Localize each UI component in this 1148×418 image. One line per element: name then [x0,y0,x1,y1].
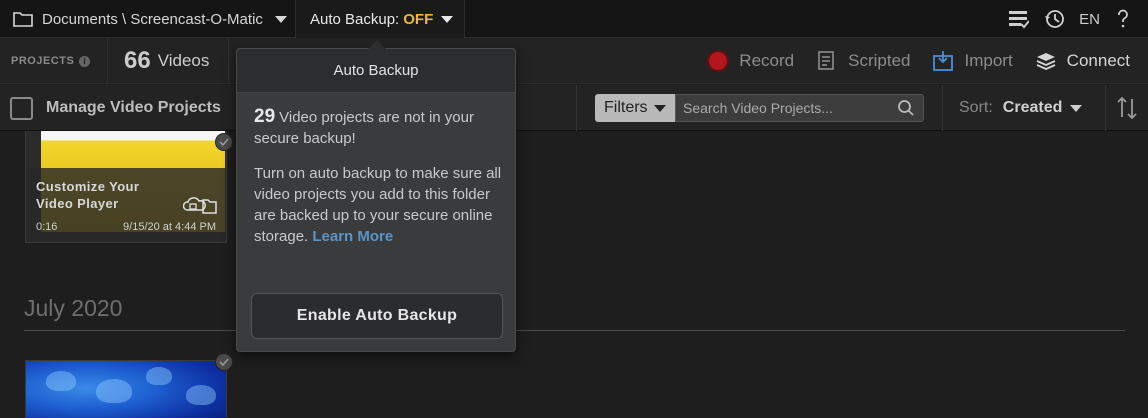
cloud-folder-icon [183,197,217,214]
unbacked-count: 29 [254,106,276,127]
backup-description: Turn on auto backup to make sure all vid… [254,163,504,247]
popup-arrow [368,40,386,49]
popup-title: Auto Backup [237,49,515,93]
import-label: Import [964,51,1013,70]
jellyfish-image [46,371,76,391]
auto-backup-popup: Auto Backup 29 Video projects are not in … [236,40,516,352]
import-icon [933,51,954,71]
video-duration: 0:16 [36,221,58,233]
script-icon [818,51,834,70]
chevron-down-icon [274,15,287,23]
manage-label: Manage Video Projects [46,99,221,116]
jellyfish-image [186,385,216,405]
video-title: Customize Your Video Player [36,179,140,211]
manage-checkbox[interactable] [10,96,33,120]
sort-label: Sort: [959,99,993,116]
auto-backup-toggle[interactable]: Auto Backup: OFF [296,0,465,38]
scripted-label: Scripted [848,51,911,70]
chevron-down-icon [653,104,666,112]
connect-button[interactable]: Connect [1035,50,1130,72]
top-right-icons: EN [1007,0,1148,38]
folder-path-text: Documents \ Screencast-O-Matic [42,10,263,28]
record-button[interactable]: Record [707,50,794,72]
manage-projects-toggle[interactable]: Manage Video Projects [10,85,221,131]
history-icon[interactable] [1043,8,1065,30]
video-card[interactable] [25,360,227,418]
scripted-button[interactable]: Scripted [816,50,910,72]
backup-status-message: 29 Video projects are not in your secure … [254,106,504,149]
select-check-icon[interactable] [215,133,233,151]
projects-label: PROJECTS [11,55,75,67]
info-icon[interactable]: i [79,55,91,67]
record-label: Record [739,51,795,70]
jellyfish-image [146,367,172,385]
video-card[interactable]: Customize Your Video Player 0:16 9/15/20… [25,131,227,243]
video-count-label: Videos [157,51,210,70]
sort-dropdown[interactable]: Sort: Created [959,85,1083,131]
divider [942,85,943,131]
folder-path-selector[interactable]: Documents \ Screencast-O-Matic [0,0,296,38]
chevron-down-icon [441,15,454,23]
filters-dropdown[interactable]: Filters [595,94,675,122]
learn-more-link[interactable]: Learn More [312,228,393,245]
auto-backup-label: Auto Backup: [310,10,400,28]
filters-label: Filters [604,99,648,116]
layers-icon [1036,53,1056,70]
video-grid: Customize Your Video Player 0:16 9/15/20… [0,131,1148,418]
projects-toolbar: PROJECTS i 66 Videos Record Scripted Imp… [0,38,1148,84]
folder-icon [13,12,33,27]
divider [576,85,577,131]
auto-backup-state: OFF [403,10,434,28]
sort-direction-icon[interactable] [1115,95,1139,121]
divider [1105,85,1106,131]
jellyfish-image [96,379,132,403]
help-icon[interactable] [1112,8,1134,30]
divider [24,330,1125,331]
filter-bar: Manage Video Projects Filters Sort: Crea… [0,85,1148,131]
sort-value: Created [1002,99,1063,116]
tasks-icon[interactable] [1007,8,1030,30]
chevron-down-icon [1070,104,1083,112]
video-count: 66 Videos [109,38,229,84]
action-buttons: Record Scripted Import Connect [707,38,1148,84]
video-date: 9/15/20 at 4:44 PM [123,221,216,233]
app-window: Documents \ Screencast-O-Matic Auto Back… [0,0,1148,418]
search-icon[interactable] [897,99,915,117]
video-count-number: 66 [124,47,151,74]
projects-header: PROJECTS i [0,38,108,84]
month-header: July 2020 [24,295,123,321]
unbacked-text: Video projects are not in your secure ba… [254,109,474,147]
language-selector[interactable]: EN [1079,11,1100,28]
record-icon [707,50,730,72]
select-check-icon[interactable] [215,353,233,371]
popup-body: 29 Video projects are not in your secure … [254,106,504,261]
top-bar: Documents \ Screencast-O-Matic Auto Back… [0,0,1148,38]
search-box [675,94,924,122]
import-button[interactable]: Import [932,50,1013,72]
enable-auto-backup-button[interactable]: Enable Auto Backup [251,293,503,339]
search-input[interactable] [683,100,897,116]
connect-label: Connect [1066,51,1130,70]
